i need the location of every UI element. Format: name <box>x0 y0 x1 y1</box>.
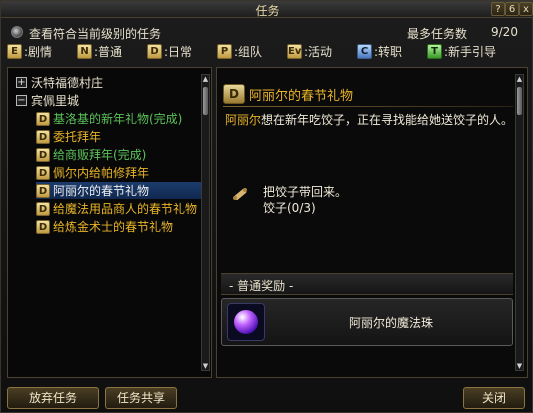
quest-item-selected[interactable]: D 阿丽尔的春节礼物 <box>36 182 201 199</box>
legend-event: Ev:活动 <box>287 43 332 59</box>
legend-label: :普通 <box>94 45 123 59</box>
daily-type-icon: D <box>36 201 50 216</box>
region-name: 宾佩里城 <box>31 94 80 108</box>
quest-list-panel: + 沃特福德村庄 − 宾佩里城 D 基洛基的新年礼物(完成) D 委托拜年 D 给商贩拜年… <box>7 67 212 378</box>
legend-label: :转职 <box>374 45 403 59</box>
daily-type-icon: D <box>36 111 50 126</box>
quest-window: 任务 ? 6 x 查看符合当前级别的任务 最多任务数 9/20 E:剧情 N:普… <box>0 0 533 413</box>
expand-icon[interactable]: + <box>16 77 27 88</box>
quest-item[interactable]: D 委托拜年 <box>36 128 201 145</box>
scroll-icon <box>233 188 247 200</box>
title-divider <box>223 106 513 107</box>
quest-list-scrollbar[interactable]: ▲ ▼ <box>201 74 210 371</box>
max-quest-count: 9/20 <box>491 25 518 39</box>
legend-label: :剧情 <box>24 45 53 59</box>
npc-name: 阿丽尔 <box>225 113 262 127</box>
region-row[interactable]: − 宾佩里城 <box>16 92 79 109</box>
quest-objective: 把饺子带回来。 饺子(0/3) <box>263 184 347 216</box>
daily-quest-icon: D <box>223 84 245 104</box>
legend-normal: N:普通 <box>77 43 122 59</box>
scroll-up-icon[interactable]: ▲ <box>515 75 524 83</box>
max-quest-label: 最多任务数 <box>407 27 468 41</box>
scroll-up-icon[interactable]: ▲ <box>201 75 210 83</box>
title-bar[interactable]: 任务 ? 6 x <box>1 1 533 18</box>
party-type-icon: P <box>217 44 232 59</box>
legend-job-change: C:转职 <box>357 43 402 59</box>
quest-name: 给炼金术士的春节礼物 <box>53 220 174 234</box>
legend-party: P:组队 <box>217 43 262 59</box>
legend-label: :组队 <box>234 45 263 59</box>
daily-type-icon: D <box>147 44 162 59</box>
legend-tutorial: T:新手引导 <box>427 43 496 59</box>
reward-item-name: 阿丽尔的魔法珠 <box>348 316 433 330</box>
legend-label: :活动 <box>304 45 333 59</box>
filter-row: 查看符合当前级别的任务 最多任务数 9/20 <box>7 23 527 41</box>
quest-item[interactable]: D 基洛基的新年礼物(完成) <box>36 110 201 127</box>
reward-header-label: - 普通奖励 - <box>229 279 294 293</box>
detail-scrollbar[interactable]: ▲ ▼ <box>515 74 524 371</box>
quest-item[interactable]: D 佩尔内给帕修拜年 <box>36 164 201 181</box>
job-change-type-icon: C <box>357 44 372 59</box>
scroll-thumb[interactable] <box>203 87 208 115</box>
scroll-down-icon[interactable]: ▼ <box>201 362 210 370</box>
reward-header: - 普通奖励 - <box>221 273 513 295</box>
description-text: 想在新年吃饺子，正在寻找能给她送饺子的人。 <box>261 113 514 127</box>
daily-type-icon: D <box>36 183 50 198</box>
quest-name: 基洛基的新年礼物(完成) <box>53 112 183 126</box>
quest-name: 委托拜年 <box>53 130 102 144</box>
window-title: 任务 <box>255 4 280 18</box>
quest-name: 给商贩拜年(完成) <box>53 148 147 162</box>
abandon-quest-button[interactable]: 放弃任务 <box>7 387 99 409</box>
help-button[interactable]: ? <box>491 2 505 16</box>
objective-text: 把饺子带回来。 <box>263 185 348 199</box>
quest-item[interactable]: D 给商贩拜年(完成) <box>36 146 201 163</box>
collapse-icon[interactable]: − <box>16 95 27 106</box>
quest-item[interactable]: D 给魔法用品商人的春节礼物 <box>36 200 201 217</box>
legend-label: :日常 <box>164 45 193 59</box>
level-filter-label[interactable]: 查看符合当前级别的任务 <box>29 25 161 42</box>
quest-name: 给魔法用品商人的春节礼物 <box>53 202 198 216</box>
tutorial-type-icon: T <box>427 44 442 59</box>
quest-detail-panel: D 阿丽尔的春节礼物 阿丽尔想在新年吃饺子，正在寻找能给她送饺子的人。 把饺子带回… <box>216 67 528 378</box>
daily-type-icon: D <box>36 219 50 234</box>
magic-orb-icon[interactable] <box>227 303 265 341</box>
objective-progress: 饺子(0/3) <box>263 201 316 215</box>
legend-daily: D:日常 <box>147 43 192 59</box>
close-icon[interactable]: x <box>519 2 533 16</box>
daily-type-icon: D <box>36 129 50 144</box>
pin-button[interactable]: 6 <box>505 2 519 16</box>
quest-title-row: D 阿丽尔的春节礼物 <box>223 84 353 106</box>
level-filter-radio[interactable] <box>11 26 23 38</box>
region-row[interactable]: + 沃特福德村庄 <box>16 74 103 91</box>
quest-item[interactable]: D 给炼金术士的春节礼物 <box>36 218 201 235</box>
scroll-thumb[interactable] <box>517 87 522 115</box>
event-type-icon: Ev <box>287 44 302 59</box>
legend-story: E:剧情 <box>7 43 52 59</box>
daily-type-icon: D <box>36 165 50 180</box>
close-button[interactable]: 关闭 <box>463 387 525 409</box>
quest-description: 阿丽尔想在新年吃饺子，正在寻找能给她送饺子的人。 <box>225 111 517 129</box>
share-quest-button[interactable]: 任务共享 <box>105 387 177 409</box>
legend-label: :新手引导 <box>444 45 497 59</box>
quest-name: 阿丽尔的春节礼物 <box>53 184 150 198</box>
quest-name: 佩尔内给帕修拜年 <box>53 166 150 180</box>
quest-type-legend: E:剧情 N:普通 D:日常 P:组队 Ev:活动 C:转职 T:新手引导 <box>7 43 529 61</box>
story-type-icon: E <box>7 44 22 59</box>
scroll-down-icon[interactable]: ▼ <box>515 362 524 370</box>
daily-type-icon: D <box>36 147 50 162</box>
region-name: 沃特福德村庄 <box>31 76 104 90</box>
reward-item-slot[interactable]: 阿丽尔的魔法珠 <box>221 298 513 346</box>
normal-type-icon: N <box>77 44 92 59</box>
quest-title: 阿丽尔的春节礼物 <box>249 88 354 104</box>
